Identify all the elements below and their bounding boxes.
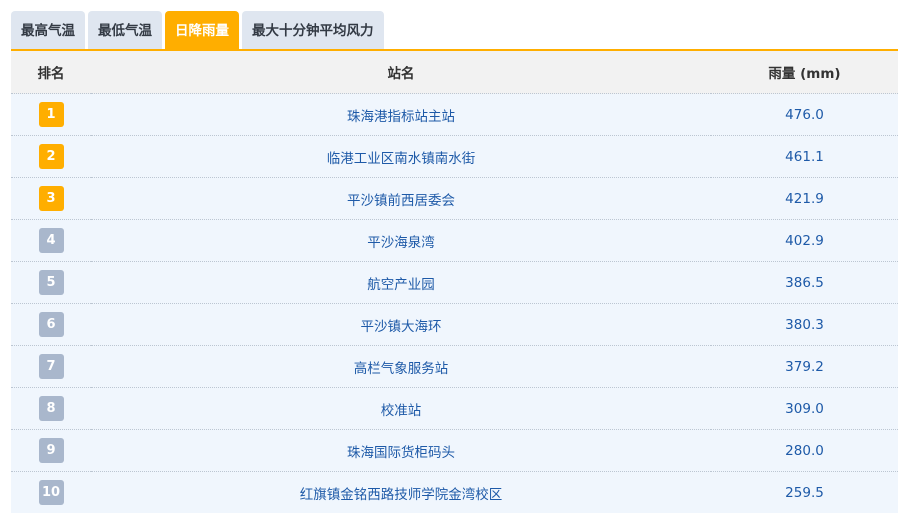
table-row: 9 珠海国际货柜码头 280.0: [11, 429, 898, 472]
table-row: 10 红旗镇金铭西路技师学院金湾校区 259.5: [11, 471, 898, 513]
header-rainfall: 雨量 (mm): [768, 66, 841, 82]
table-row: 8 校准站 309.0: [11, 387, 898, 430]
station-name-link[interactable]: 校准站: [381, 403, 422, 419]
station-name-link[interactable]: 航空产业园: [367, 277, 435, 293]
header-station: 站名: [387, 66, 415, 82]
station-name-link[interactable]: 高栏气象服务站: [354, 361, 449, 377]
rainfall-value: 309.0: [785, 400, 824, 417]
rainfall-value: 386.5: [785, 274, 824, 291]
rainfall-value: 259.5: [785, 484, 824, 501]
table-row: 2 临港工业区南水镇南水街 461.1: [11, 135, 898, 178]
rainfall-value: 461.1: [785, 148, 824, 165]
tab-max-temperature[interactable]: 最高气温: [11, 11, 85, 49]
table-row: 7 高栏气象服务站 379.2: [11, 345, 898, 388]
station-name-link[interactable]: 红旗镇金铭西路技师学院金湾校区: [300, 487, 503, 503]
rank-badge: 10: [38, 480, 64, 505]
header-rank: 排名: [37, 66, 65, 82]
rank-badge: 3: [38, 186, 64, 211]
tab-min-temperature[interactable]: 最低气温: [88, 11, 162, 49]
station-name-link[interactable]: 平沙海泉湾: [367, 235, 435, 251]
rank-badge: 1: [38, 102, 64, 127]
table-row: 4 平沙海泉湾 402.9: [11, 219, 898, 262]
rank-badge: 4: [38, 228, 64, 253]
tab-bar: 最高气温 最低气温 日降雨量 最大十分钟平均风力: [11, 11, 898, 49]
tab-max-10min-wind[interactable]: 最大十分钟平均风力: [242, 11, 384, 49]
rainfall-value: 380.3: [785, 316, 824, 333]
table-row: 5 航空产业园 386.5: [11, 261, 898, 304]
rainfall-value: 379.2: [785, 358, 824, 375]
table-header-row: 排名 站名 雨量 (mm): [11, 51, 898, 94]
rainfall-ranking-panel: 最高气温 最低气温 日降雨量 最大十分钟平均风力 排名 站名 雨量 (mm) 1…: [11, 11, 898, 513]
table-row: 3 平沙镇前西居委会 421.9: [11, 177, 898, 220]
rainfall-value: 402.9: [785, 232, 824, 249]
station-name-link[interactable]: 平沙镇前西居委会: [347, 193, 455, 209]
rainfall-value: 476.0: [785, 106, 824, 123]
rank-badge: 2: [38, 144, 64, 169]
station-name-link[interactable]: 珠海港指标站主站: [347, 109, 455, 125]
rank-badge: 8: [38, 396, 64, 421]
rank-badge: 6: [38, 312, 64, 337]
station-name-link[interactable]: 平沙镇大海环: [361, 319, 442, 335]
rank-badge: 7: [38, 354, 64, 379]
station-name-link[interactable]: 临港工业区南水镇南水街: [327, 151, 476, 167]
ranking-table: 排名 站名 雨量 (mm) 1 珠海港指标站主站 476.0 2 临港工业区南水…: [11, 51, 898, 513]
rainfall-value: 280.0: [785, 442, 824, 459]
rank-badge: 9: [38, 438, 64, 463]
tab-daily-rainfall[interactable]: 日降雨量: [165, 11, 239, 49]
table-row: 6 平沙镇大海环 380.3: [11, 303, 898, 346]
table-row: 1 珠海港指标站主站 476.0: [11, 93, 898, 136]
rank-badge: 5: [38, 270, 64, 295]
rainfall-value: 421.9: [785, 190, 824, 207]
station-name-link[interactable]: 珠海国际货柜码头: [347, 445, 455, 461]
